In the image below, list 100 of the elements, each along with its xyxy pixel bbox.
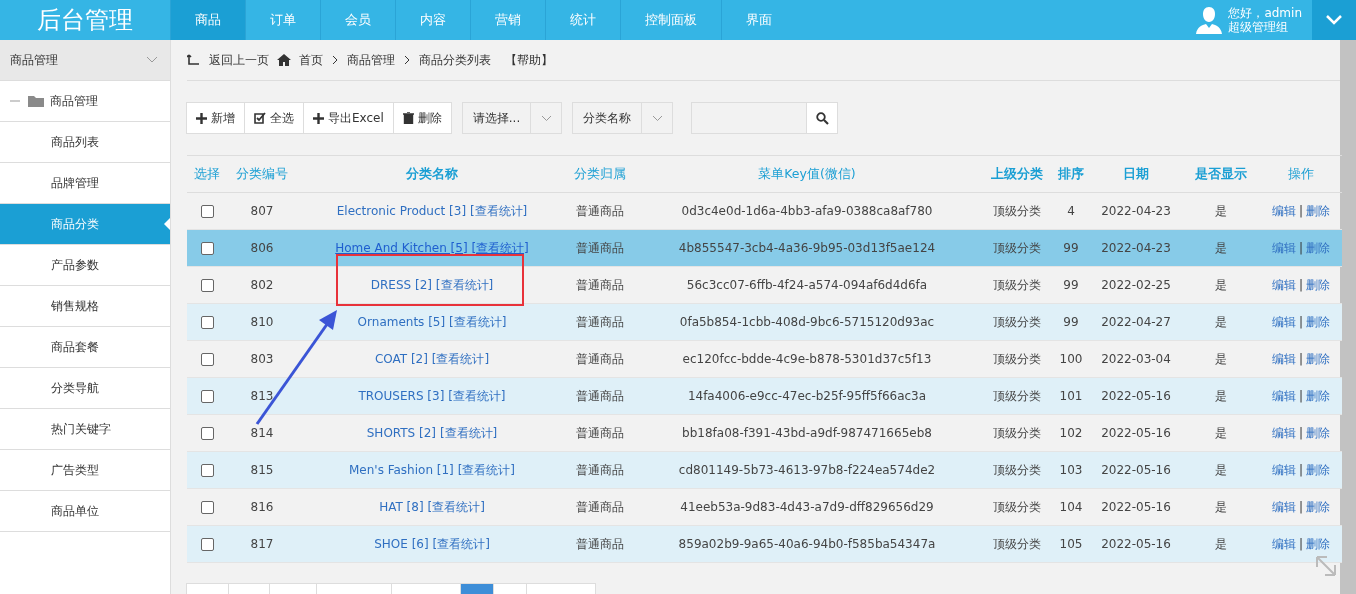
stats-link[interactable]: [查看统计]	[449, 314, 507, 329]
plus-icon	[313, 112, 324, 124]
row-checkbox[interactable]	[200, 316, 214, 329]
breadcrumb-link[interactable]: 商品分类列表	[419, 51, 491, 69]
row-checkbox[interactable]	[200, 501, 214, 514]
breadcrumb-link[interactable]: 商品管理	[347, 51, 395, 69]
row-checkbox[interactable]	[200, 205, 214, 218]
nav-tab[interactable]: 营销	[470, 0, 545, 40]
nav-tab[interactable]: 订单	[245, 0, 320, 40]
category-link[interactable]: Electronic Product [3]	[336, 203, 467, 218]
edit-link[interactable]: 编辑	[1271, 499, 1296, 514]
row-checkbox[interactable]	[200, 538, 214, 551]
sidebar-item[interactable]: 产品参数	[0, 245, 170, 286]
edit-link[interactable]: 编辑	[1271, 203, 1296, 218]
table-cell: 814	[250, 426, 274, 440]
row-checkbox[interactable]	[200, 427, 214, 440]
stats-link[interactable]: [查看统计]	[448, 388, 506, 403]
user-menu-button[interactable]	[1312, 0, 1356, 40]
edit-link[interactable]: 编辑	[1271, 462, 1296, 477]
link-separator: |	[1298, 462, 1303, 477]
home-link[interactable]: 首页	[299, 51, 323, 69]
edit-link[interactable]: 编辑	[1271, 277, 1296, 292]
stats-link[interactable]: [查看统计]	[471, 240, 529, 255]
category-link[interactable]: DRESS [2]	[370, 277, 432, 292]
table-cell: 顶级分类	[993, 536, 1041, 551]
edit-link[interactable]: 编辑	[1271, 536, 1296, 551]
help-link[interactable]: 【帮助】	[505, 51, 553, 69]
stats-link[interactable]: [查看统计]	[431, 351, 490, 366]
toolbar-button[interactable]: 新增	[186, 102, 245, 134]
delete-link[interactable]: 删除	[1306, 388, 1330, 403]
toolbar-button[interactable]: 全选	[244, 102, 304, 134]
edit-link[interactable]: 编辑	[1271, 425, 1296, 440]
delete-link[interactable]: 删除	[1306, 240, 1330, 255]
stats-link[interactable]: [查看统计]	[469, 203, 528, 218]
toolbar-button[interactable]: 删除	[392, 102, 452, 134]
filter-dropdown[interactable]: 分类名称	[572, 102, 674, 134]
nav-tab[interactable]: 会员	[320, 0, 395, 40]
column-header[interactable]: 排序	[1058, 165, 1084, 181]
category-link[interactable]: SHOE [6]	[374, 536, 429, 551]
stats-link[interactable]: [查看统计]	[457, 462, 515, 477]
stats-link[interactable]: [查看统计]	[432, 536, 490, 551]
category-link[interactable]: SHORTS [2]	[366, 425, 437, 440]
stats-link[interactable]: [查看统计]	[427, 499, 485, 514]
sidebar-item[interactable]: 分类导航	[0, 368, 170, 409]
column-header[interactable]: 日期	[1123, 165, 1149, 181]
sidebar-item[interactable]: 广告类型	[0, 450, 170, 491]
nav-tab[interactable]: 商品	[170, 0, 245, 40]
sidebar-item[interactable]: 商品套餐	[0, 327, 170, 368]
delete-link[interactable]: 删除	[1306, 425, 1330, 440]
table-cell: 顶级分类	[993, 277, 1041, 292]
sidebar-folder[interactable]: 商品管理	[0, 81, 170, 122]
row-checkbox[interactable]	[200, 464, 214, 477]
category-link[interactable]: Men's Fashion [1]	[349, 462, 454, 477]
delete-link[interactable]: 删除	[1306, 499, 1330, 514]
stats-link[interactable]: [查看统计]	[439, 425, 498, 440]
delete-link[interactable]: 删除	[1306, 462, 1330, 477]
table-cell: 815	[250, 463, 274, 477]
delete-link[interactable]: 删除	[1306, 351, 1330, 366]
delete-link[interactable]: 删除	[1306, 314, 1330, 329]
scrollbar[interactable]	[1340, 40, 1356, 594]
filter-dropdown[interactable]: 请选择...	[461, 102, 563, 134]
table-cell: 2022-04-23	[1101, 204, 1171, 218]
sidebar-header[interactable]: 商品管理	[0, 40, 170, 81]
nav-tab[interactable]: 界面	[721, 0, 796, 40]
sidebar-item[interactable]: 商品列表	[0, 122, 170, 163]
column-header[interactable]: 是否显示	[1195, 165, 1247, 181]
column-header[interactable]: 分类名称	[406, 165, 458, 181]
chevron-down-icon	[1325, 14, 1343, 26]
table-cell: 56c3cc07-6ffb-4f24-a574-094af6d4d6fa	[686, 278, 928, 292]
delete-link[interactable]: 删除	[1306, 203, 1330, 218]
nav-tab[interactable]: 控制面板	[620, 0, 721, 40]
row-checkbox[interactable]	[200, 390, 214, 403]
sidebar-item[interactable]: 销售规格	[0, 286, 170, 327]
sidebar-item[interactable]: 商品单位	[0, 491, 170, 532]
row-checkbox[interactable]	[200, 242, 214, 255]
search-field[interactable]	[691, 102, 839, 134]
nav-tab[interactable]: 内容	[395, 0, 470, 40]
sidebar-item[interactable]: 热门关键字	[0, 409, 170, 450]
column-header[interactable]: 上级分类	[991, 165, 1043, 181]
stats-link[interactable]: [查看统计]	[435, 277, 494, 292]
nav-tab[interactable]: 统计	[545, 0, 620, 40]
toolbar-button[interactable]: 导出Excel	[303, 102, 394, 134]
edit-link[interactable]: 编辑	[1271, 240, 1296, 255]
edit-link[interactable]: 编辑	[1271, 314, 1296, 329]
edit-link[interactable]: 编辑	[1271, 388, 1296, 403]
category-link[interactable]: TROUSERS [3]	[358, 388, 445, 403]
category-link[interactable]: COAT [2]	[374, 351, 428, 366]
category-link[interactable]: Ornaments [5]	[357, 314, 446, 329]
delete-link[interactable]: 删除	[1306, 277, 1330, 292]
category-link[interactable]: HAT [8]	[379, 499, 424, 514]
table-cell: 顶级分类	[993, 462, 1041, 477]
row-checkbox[interactable]	[200, 279, 214, 292]
back-link[interactable]: 返回上一页	[209, 51, 269, 69]
category-link[interactable]: Home And Kitchen [5]	[335, 240, 468, 255]
delete-link[interactable]: 删除	[1306, 536, 1330, 551]
table-cell: 103	[1059, 463, 1083, 477]
sidebar-item[interactable]: 商品分类	[0, 204, 170, 245]
column-header: 分类归属	[573, 165, 626, 181]
row-checkbox[interactable]	[200, 353, 214, 366]
edit-link[interactable]: 编辑	[1271, 351, 1296, 366]
